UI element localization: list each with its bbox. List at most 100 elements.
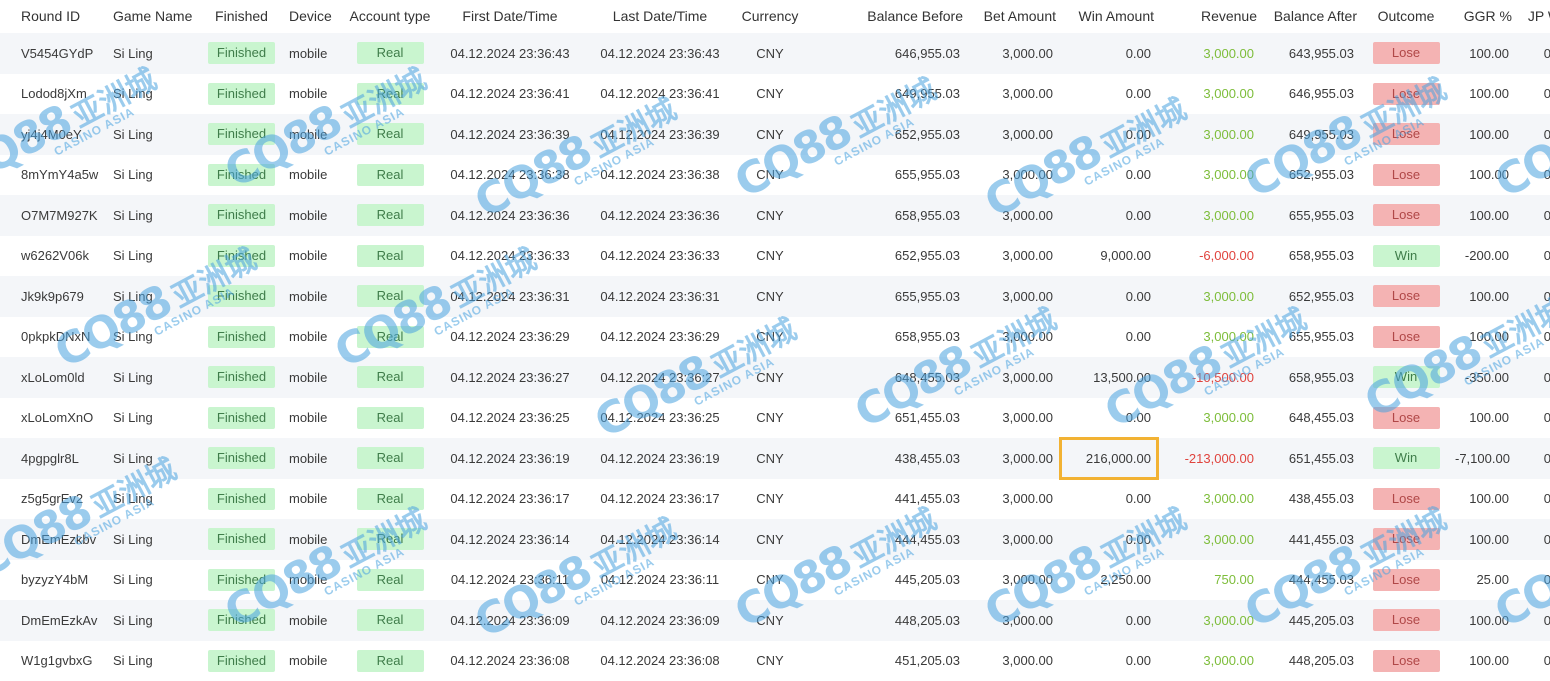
cell-device: mobile bbox=[289, 369, 328, 385]
header-account-type[interactable]: Account type bbox=[345, 0, 435, 33]
table-row[interactable]: DmEmEzkAv Si Ling Finished mobile Real 0… bbox=[0, 600, 1550, 641]
cell-balance-before: 655,955.03 bbox=[894, 167, 960, 183]
cell-account-type: Real bbox=[345, 74, 435, 115]
cell-revenue: -6,000.00 bbox=[1199, 248, 1254, 264]
cell-win-amount: 13,500.00 bbox=[1093, 369, 1151, 385]
cell-game-name: Si Ling bbox=[113, 167, 153, 183]
cell-outcome: Lose bbox=[1361, 33, 1451, 74]
cell-last-date: 04.12.2024 23:36:41 bbox=[600, 86, 720, 102]
account-type-badge: Real bbox=[356, 568, 424, 591]
outcome-badge: Lose bbox=[1372, 42, 1440, 65]
cell-last-date: 04.12.2024 23:36:33 bbox=[600, 248, 720, 264]
cell-round-id: 0pkpkDNxN bbox=[21, 329, 91, 345]
cell-win-amount: 0.00 bbox=[1125, 45, 1151, 61]
header-round-id[interactable]: Round ID bbox=[0, 0, 106, 33]
cell-balance-after: 652,955.03 bbox=[1288, 167, 1354, 183]
header-balance-after[interactable]: Balance After bbox=[1261, 0, 1361, 33]
header-game-name[interactable]: Game Name bbox=[106, 0, 200, 33]
cell-first-date: 04.12.2024 23:36:27 bbox=[450, 369, 570, 385]
table-row[interactable]: 0pkpkDNxN Si Ling Finished mobile Real 0… bbox=[0, 316, 1550, 358]
cell-currency: CNY bbox=[756, 410, 784, 426]
table-row[interactable]: Jk9k9p679 Si Ling Finished mobile Real 0… bbox=[0, 276, 1550, 317]
table-row[interactable]: Lodod8jXm Si Ling Finished mobile Real 0… bbox=[0, 73, 1550, 115]
cell-last-date: 04.12.2024 23:36:38 bbox=[600, 167, 720, 183]
header-bet-amount[interactable]: Bet Amount bbox=[967, 0, 1060, 33]
cell-win-amount: 9,000.00 bbox=[1100, 248, 1151, 264]
header-jp-win[interactable]: JP Win bbox=[1516, 0, 1550, 33]
cell-win-amount: 0.00 bbox=[1125, 612, 1151, 628]
cell-outcome: Win bbox=[1361, 438, 1451, 479]
finished-badge: Finished bbox=[208, 406, 275, 429]
cell-bet-amount: 3,000.00 bbox=[1002, 369, 1053, 385]
account-type-badge: Real bbox=[356, 447, 424, 470]
cell-device: mobile bbox=[289, 572, 328, 588]
cell-win-amount: 2,250.00 bbox=[1100, 572, 1151, 588]
cell-outcome: Win bbox=[1361, 357, 1451, 398]
cell-bet-amount: 3,000.00 bbox=[1002, 288, 1053, 304]
table-row[interactable]: xLoLom0ld Si Ling Finished mobile Real 0… bbox=[0, 357, 1550, 398]
table-row[interactable]: 8mYmY4a5w Si Ling Finished mobile Real 0… bbox=[0, 154, 1550, 195]
table-row[interactable]: xLoLomXnO Si Ling Finished mobile Real 0… bbox=[0, 397, 1550, 439]
table-row[interactable]: V5454GYdP Si Ling Finished mobile Real 0… bbox=[0, 33, 1550, 74]
account-type-badge: Real bbox=[356, 406, 424, 429]
cell-first-date: 04.12.2024 23:36:19 bbox=[450, 450, 570, 466]
cell-first-date: 04.12.2024 23:36:14 bbox=[450, 531, 570, 547]
cell-finished: Finished bbox=[200, 438, 283, 479]
outcome-badge: Lose bbox=[1372, 406, 1440, 429]
cell-finished: Finished bbox=[200, 641, 283, 681]
cell-ggr: 100.00 bbox=[1469, 288, 1509, 304]
cell-balance-before: 655,955.03 bbox=[894, 288, 960, 304]
table-row[interactable]: yj4j4M0eY Si Ling Finished mobile Real 0… bbox=[0, 114, 1550, 155]
cell-jp-win: 0.00 bbox=[1543, 207, 1550, 223]
header-currency[interactable]: Currency bbox=[735, 0, 805, 33]
cell-outcome: Lose bbox=[1361, 600, 1451, 641]
cell-revenue: 3,000.00 bbox=[1203, 86, 1254, 102]
cell-ggr: 100.00 bbox=[1469, 410, 1509, 426]
finished-badge: Finished bbox=[208, 487, 275, 510]
finished-badge: Finished bbox=[208, 163, 275, 186]
cell-revenue: 3,000.00 bbox=[1203, 612, 1254, 628]
header-device[interactable]: Device bbox=[283, 0, 345, 33]
cell-last-date: 04.12.2024 23:36:19 bbox=[600, 450, 720, 466]
cell-win-amount: 0.00 bbox=[1125, 410, 1151, 426]
cell-revenue: 3,000.00 bbox=[1203, 653, 1254, 669]
cell-jp-win: 0.00 bbox=[1543, 126, 1550, 142]
cell-finished: Finished bbox=[200, 236, 283, 277]
cell-round-id: V5454GYdP bbox=[21, 45, 94, 61]
header-first-date[interactable]: First Date/Time bbox=[435, 0, 585, 33]
table-row[interactable]: O7M7M927K Si Ling Finished mobile Real 0… bbox=[0, 195, 1550, 236]
table-row[interactable]: byzyzY4bM Si Ling Finished mobile Real 0… bbox=[0, 559, 1550, 600]
cell-ggr: 100.00 bbox=[1469, 612, 1509, 628]
cell-last-date: 04.12.2024 23:36:14 bbox=[600, 531, 720, 547]
cell-account-type: Real bbox=[345, 398, 435, 439]
table-row[interactable]: 4pgpglr8L Si Ling Finished mobile Real 0… bbox=[0, 437, 1550, 480]
header-ggr[interactable]: GGR % bbox=[1451, 0, 1516, 33]
account-type-badge: Real bbox=[356, 82, 424, 105]
header-finished[interactable]: Finished bbox=[200, 0, 283, 33]
cell-bet-amount: 3,000.00 bbox=[1002, 491, 1053, 507]
header-outcome[interactable]: Outcome bbox=[1361, 0, 1451, 33]
cell-currency: CNY bbox=[756, 86, 784, 102]
cell-finished: Finished bbox=[200, 317, 283, 358]
outcome-badge: Lose bbox=[1372, 649, 1440, 672]
table-row[interactable]: W1g1gvbxG Si Ling Finished mobile Real 0… bbox=[0, 640, 1550, 681]
header-last-date[interactable]: Last Date/Time bbox=[585, 0, 735, 33]
header-balance-before[interactable]: Balance Before bbox=[805, 0, 967, 33]
cell-outcome: Lose bbox=[1361, 317, 1451, 358]
cell-bet-amount: 3,000.00 bbox=[1002, 612, 1053, 628]
cell-currency: CNY bbox=[756, 167, 784, 183]
table-row[interactable]: w6262V06k Si Ling Finished mobile Real 0… bbox=[0, 235, 1550, 277]
cell-jp-win: 0.00 bbox=[1543, 329, 1550, 345]
cell-bet-amount: 3,000.00 bbox=[1002, 410, 1053, 426]
finished-badge: Finished bbox=[208, 42, 275, 65]
cell-last-date: 04.12.2024 23:36:27 bbox=[600, 369, 720, 385]
table-row[interactable]: DmEmEzkbv Si Ling Finished mobile Real 0… bbox=[0, 519, 1550, 560]
header-win-amount[interactable]: Win Amount bbox=[1060, 0, 1158, 33]
cell-jp-win: 0.00 bbox=[1543, 369, 1550, 385]
outcome-badge: Lose bbox=[1372, 568, 1440, 591]
account-type-badge: Real bbox=[356, 244, 424, 267]
table-row[interactable]: z5g5grEv2 Si Ling Finished mobile Real 0… bbox=[0, 478, 1550, 519]
header-revenue[interactable]: Revenue bbox=[1158, 0, 1261, 33]
cell-bet-amount: 3,000.00 bbox=[1002, 531, 1053, 547]
cell-currency: CNY bbox=[756, 248, 784, 264]
